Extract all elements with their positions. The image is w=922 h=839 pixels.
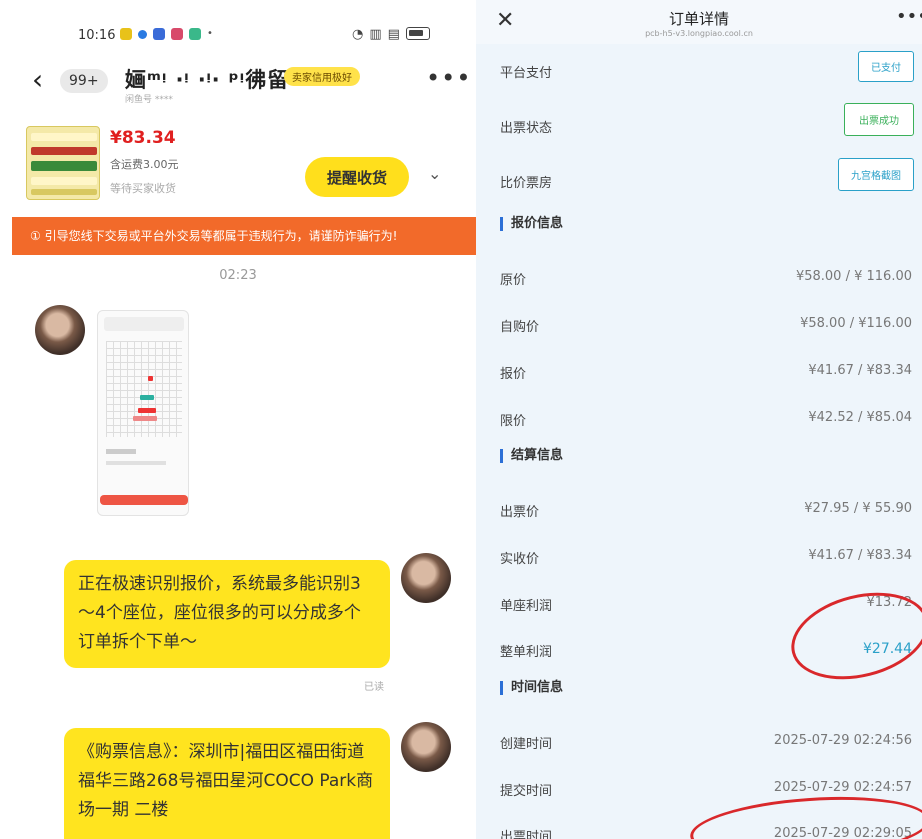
row-label: 自购价 xyxy=(500,320,540,335)
chevron-down-icon[interactable]: ⌄ xyxy=(428,164,441,183)
page-title: 订单详情 xyxy=(668,10,729,28)
row-label: 限价 xyxy=(500,414,527,429)
row-value: ¥42.52 / ¥85.04 xyxy=(808,410,912,425)
peer-avatar[interactable] xyxy=(35,305,85,355)
back-icon[interactable]: ‹ xyxy=(32,66,43,94)
detail-row: 自购价 ¥58.00 / ¥116.00 xyxy=(476,302,922,348)
product-thumbnail xyxy=(26,126,100,200)
status-badge: 已支付 xyxy=(858,51,914,82)
order-status-note: 等待买家收货 xyxy=(110,182,176,195)
row-label: 整单利润 xyxy=(500,645,553,660)
page-url: pcb-h5-v3.longpiao.cool.cn xyxy=(645,29,753,38)
row-label: 出票时间 xyxy=(500,830,553,839)
detail-row: 出票状态 出票成功 xyxy=(476,103,922,149)
row-value: ¥41.67 / ¥83.34 xyxy=(808,363,912,378)
more-notifications-icon: • xyxy=(207,28,213,39)
detail-row: 出票价 ¥27.95 / ¥ 55.90 xyxy=(476,487,922,533)
row-label: 创建时间 xyxy=(500,737,553,752)
remind-receipt-button[interactable]: 提醒收货 xyxy=(305,157,409,197)
app-icon xyxy=(171,28,183,40)
row-value: ¥58.00 / ¥ 116.00 xyxy=(795,269,912,284)
my-avatar[interactable] xyxy=(401,553,451,603)
detail-row: 实收价 ¥41.67 / ¥83.34 xyxy=(476,534,922,580)
unread-badge: 99+ xyxy=(60,69,108,93)
system-icons: ◔ ▥ ▤ xyxy=(352,27,430,42)
image-message[interactable] xyxy=(97,310,189,516)
product-card[interactable]: ¥83.34 含运费3.00元 等待买家收货 提醒收货 ⌄ xyxy=(26,124,466,204)
wifi-icon: ◔ xyxy=(352,27,364,42)
row-label: 报价 xyxy=(500,367,527,382)
row-label: 出票状态 xyxy=(500,121,553,136)
row-label: 单座利润 xyxy=(500,599,553,614)
section-title: 结算信息 xyxy=(500,449,563,463)
sim-icon: ▤ xyxy=(387,27,400,42)
app-icon xyxy=(120,28,132,40)
battery-icon xyxy=(405,27,430,40)
warning-banner: ① 引导您线下交易或平台外交易等都属于违规行为，请谨防诈骗行为! xyxy=(12,217,476,255)
chat-bubble-outgoing: 正在极速识别报价，系统最多能识别3～4个座位，座位很多的可以分成多个订单拆个下单… xyxy=(64,560,390,668)
section-title: 时间信息 xyxy=(500,681,563,695)
row-label: 平台支付 xyxy=(500,66,553,81)
detail-header: ✕ 订单详情 pcb-h5-v3.longpiao.cool.cn ••• xyxy=(476,0,922,44)
chat-timestamp: 02:23 xyxy=(219,268,257,283)
row-label: 出票价 xyxy=(500,505,540,520)
more-icon[interactable]: ••• xyxy=(426,64,471,92)
my-avatar[interactable] xyxy=(401,722,451,772)
shipping-fee: 含运费3.00元 xyxy=(110,158,179,171)
row-label: 提交时间 xyxy=(500,784,553,799)
row-value: ¥27.95 / ¥ 55.90 xyxy=(804,501,912,516)
detail-row: 报价 ¥41.67 / ¥83.34 xyxy=(476,349,922,395)
row-value: ¥58.00 / ¥116.00 xyxy=(800,316,912,331)
row-label: 原价 xyxy=(500,273,527,288)
row-value: 2025-07-29 02:24:57 xyxy=(773,780,912,795)
app-icon xyxy=(189,28,201,40)
status-badge: 出票成功 xyxy=(844,103,914,136)
product-price: ¥83.34 xyxy=(110,128,176,148)
row-value: 2025-07-29 02:24:56 xyxy=(773,733,912,748)
app-icon xyxy=(153,28,165,40)
chat-bubble-outgoing: 《购票信息》：深圳市|福田区福田街道福华三路268号福田星河COCO Park商… xyxy=(64,728,390,839)
detail-row: 原价 ¥58.00 / ¥ 116.00 xyxy=(476,255,922,301)
notification-icons: • xyxy=(120,28,213,40)
row-label: 比价票房 xyxy=(500,176,553,191)
more-icon[interactable]: ••• xyxy=(896,6,922,27)
peer-name: 婳ᵐᵎ ‧ᵎ ‧ᵎ‧ ᵖᵎ彿留 xyxy=(125,68,290,92)
chat-header: ‹ 99+ 婳ᵐᵎ ‧ᵎ ‧ᵎ‧ ᵖᵎ彿留 闲鱼号 **** 卖家信用极好 ••… xyxy=(0,56,476,106)
order-detail-panel: ✕ 订单详情 pcb-h5-v3.longpiao.cool.cn ••• 平台… xyxy=(476,0,922,839)
section-title: 报价信息 xyxy=(500,217,563,231)
signal-icon: ▥ xyxy=(369,27,382,42)
seat-map-image xyxy=(106,341,182,437)
chat-panel: 10:16 • ◔ ▥ ▤ ‹ 99+ 婳ᵐᵎ ‧ᵎ ‧ᵎ‧ ᵖᵎ彿留 闲鱼号 … xyxy=(0,0,476,839)
view-screenshot-button[interactable]: 九宫格截图 xyxy=(838,158,914,191)
row-value: ¥41.67 / ¥83.34 xyxy=(808,548,912,563)
detail-row: 比价票房 九宫格截图 xyxy=(476,158,922,204)
clock: 10:16 xyxy=(78,28,116,43)
row-label: 实收价 xyxy=(500,552,540,567)
detail-row: 平台支付 已支付 xyxy=(476,48,922,94)
peer-id: 闲鱼号 **** xyxy=(125,95,173,105)
status-bar: 10:16 • ◔ ▥ ▤ xyxy=(0,22,476,52)
detail-row: 创建时间 2025-07-29 02:24:56 xyxy=(476,719,922,765)
seller-rating-badge: 卖家信用极好 xyxy=(284,67,360,86)
detail-row: 限价 ¥42.52 / ¥85.04 xyxy=(476,396,922,442)
read-receipt: 已读 xyxy=(364,682,384,693)
app-icon xyxy=(138,30,147,39)
